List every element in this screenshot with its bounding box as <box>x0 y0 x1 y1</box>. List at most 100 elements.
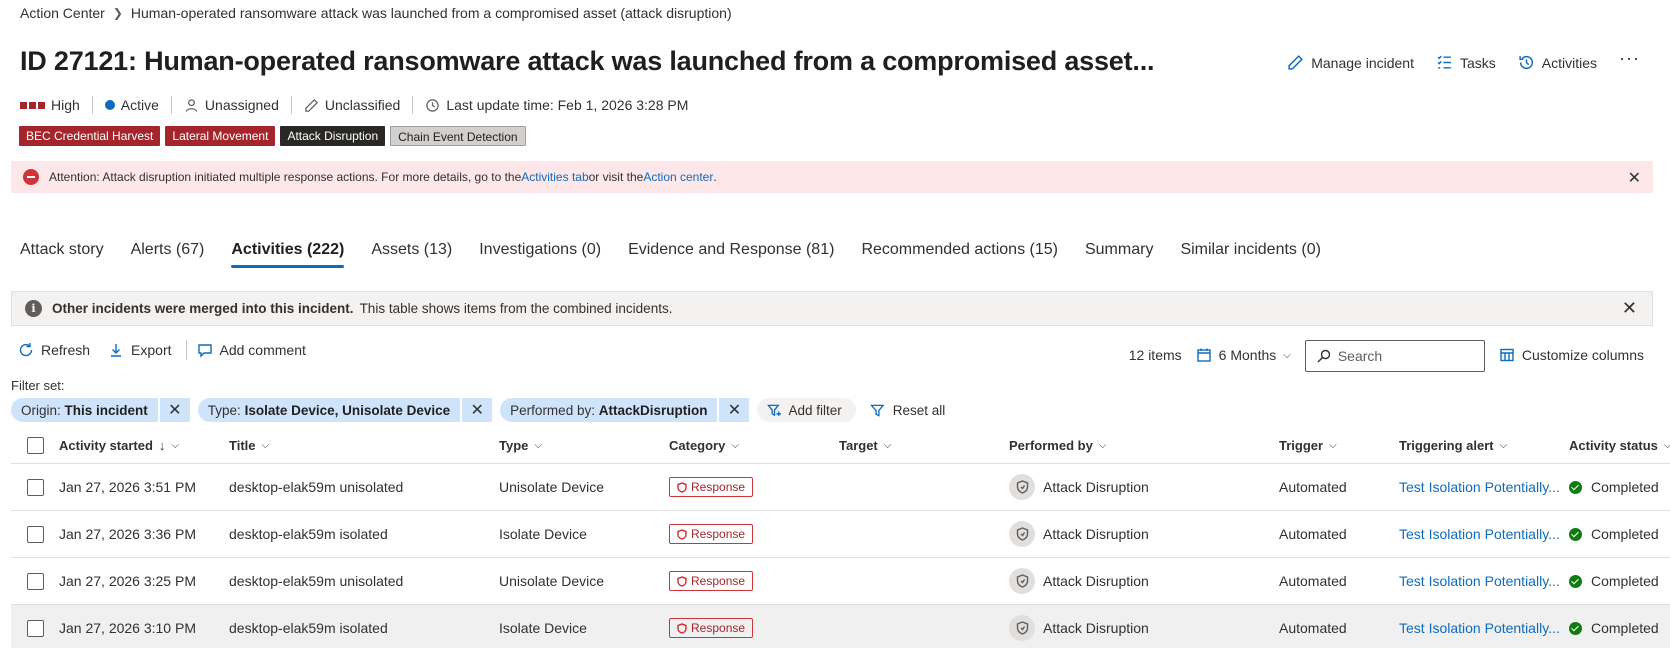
column-header-title[interactable]: Title ⌵ <box>229 428 269 463</box>
classification: Unclassified <box>292 96 414 114</box>
breadcrumb-root[interactable]: Action Center <box>20 5 105 21</box>
item-count: 12 items <box>1128 347 1182 363</box>
tag: Lateral Movement <box>165 126 276 146</box>
triggering-alert-link[interactable]: Test Isolation Potentially... <box>1399 620 1560 636</box>
filter-chip-origin[interactable]: Origin: This incident ✕ <box>11 398 190 422</box>
breadcrumb: Action Center ❯ Human-operated ransomwar… <box>20 5 732 21</box>
activities-tab-link[interactable]: Activities tab <box>521 170 588 184</box>
table-row[interactable]: Jan 27, 2026 3:51 PM desktop-elak59m uni… <box>11 464 1670 511</box>
export-button[interactable]: Export <box>108 342 172 358</box>
chevron-right-icon: ❯ <box>112 6 123 20</box>
shield-icon <box>1016 480 1028 494</box>
column-header-performed-by[interactable]: Performed by ⌵ <box>1009 428 1106 463</box>
row-checkbox[interactable] <box>27 525 44 543</box>
tag: Chain Event Detection <box>390 126 526 146</box>
avatar <box>1009 568 1035 594</box>
toolbar-right: 12 items 6 Months ⌵ Search Customize col… <box>1129 338 1652 372</box>
more-options-icon[interactable]: ··· <box>1619 48 1640 69</box>
cell-title: desktop-elak59m unisolated <box>229 479 404 495</box>
filter-chip-performed-by[interactable]: Performed by: AttackDisruption ✕ <box>500 398 750 422</box>
column-header-type[interactable]: Type ⌵ <box>499 428 542 463</box>
columns-icon <box>1500 348 1514 362</box>
tab-activities[interactable]: Activities (222) <box>231 241 344 268</box>
column-header-activity-started[interactable]: Activity started ↓ ⌵ <box>59 428 179 463</box>
column-header-triggering-alert[interactable]: Triggering alert ⌵ <box>1399 428 1507 463</box>
filter-set-label: Filter set: <box>11 378 65 393</box>
cell-trigger: Automated <box>1279 620 1347 636</box>
tab-investigations[interactable]: Investigations (0) <box>479 241 601 268</box>
row-checkbox[interactable] <box>27 619 44 637</box>
tab-summary[interactable]: Summary <box>1085 241 1153 268</box>
filter-add-icon <box>767 404 782 416</box>
header-actions: Manage incident Tasks Activities ··· <box>1287 48 1640 71</box>
reset-all-button[interactable]: Reset all <box>869 403 945 418</box>
cell-type: Isolate Device <box>499 526 587 542</box>
add-comment-button[interactable]: Add comment <box>197 342 306 358</box>
column-header-category[interactable]: Category ⌵ <box>669 428 739 463</box>
pencil-icon <box>305 98 318 112</box>
attention-banner: Attention: Attack disruption initiated m… <box>11 161 1653 193</box>
cell-activity-status: Completed <box>1569 605 1659 648</box>
activities-button[interactable]: Activities <box>1518 54 1597 71</box>
cell-performed-by: Attack Disruption <box>1009 511 1149 557</box>
tasks-button[interactable]: Tasks <box>1436 54 1496 71</box>
column-header-target[interactable]: Target ⌵ <box>839 428 891 463</box>
date-range-dropdown[interactable]: 6 Months ⌵ <box>1196 347 1291 363</box>
tab-similar-incidents[interactable]: Similar incidents (0) <box>1180 241 1320 268</box>
customize-columns-button[interactable]: Customize columns <box>1499 347 1644 363</box>
tab-assets[interactable]: Assets (13) <box>371 241 452 268</box>
tab-recommended-actions[interactable]: Recommended actions (15) <box>861 241 1058 268</box>
cell-category: Response <box>669 558 754 604</box>
cell-activity-status: Completed <box>1569 558 1659 604</box>
table-row[interactable]: Jan 27, 2026 3:25 PM desktop-elak59m uni… <box>11 558 1670 605</box>
error-icon <box>23 169 39 185</box>
add-filter-button[interactable]: Add filter <box>757 398 856 422</box>
triggering-alert-link[interactable]: Test Isolation Potentially... <box>1399 573 1560 589</box>
status-indicator: Active <box>93 96 172 114</box>
search-icon <box>1317 349 1331 363</box>
breadcrumb-current: Human-operated ransomware attack was lau… <box>130 5 732 21</box>
history-icon <box>1519 55 1533 70</box>
chevron-down-icon: ⌵ <box>534 440 542 451</box>
incident-tabs: Attack story Alerts (67) Activities (222… <box>20 241 1321 268</box>
close-icon[interactable]: ✕ <box>1622 298 1637 319</box>
column-header-activity-status[interactable]: Activity status ⌵ <box>1569 428 1670 463</box>
tab-attack-story[interactable]: Attack story <box>20 241 104 268</box>
filter-chip-type[interactable]: Type: Isolate Device, Unisolate Device ✕ <box>197 398 493 422</box>
avatar <box>1009 615 1035 641</box>
cell-triggering-alert: Test Isolation Potentially... <box>1399 511 1560 557</box>
row-checkbox[interactable] <box>27 572 44 590</box>
search-input[interactable]: Search <box>1304 340 1485 372</box>
check-circle-icon <box>1569 527 1582 541</box>
response-badge: Response <box>669 571 754 591</box>
cell-title: desktop-elak59m isolated <box>229 526 388 542</box>
remove-filter-icon[interactable]: ✕ <box>717 398 750 422</box>
chevron-down-icon: ⌵ <box>171 440 180 451</box>
comment-icon <box>197 344 212 358</box>
refresh-button[interactable]: Refresh <box>18 342 90 358</box>
tab-evidence-and-response[interactable]: Evidence and Response (81) <box>628 241 834 268</box>
triggering-alert-link[interactable]: Test Isolation Potentially... <box>1399 479 1560 495</box>
row-checkbox[interactable] <box>27 478 44 496</box>
remove-filter-icon[interactable]: ✕ <box>157 398 190 422</box>
toolbar-divider <box>185 340 187 360</box>
action-center-link[interactable]: Action center <box>643 170 713 184</box>
remove-filter-icon[interactable]: ✕ <box>460 398 493 422</box>
cell-activity-status: Completed <box>1569 464 1659 510</box>
filter-chips: Origin: This incident ✕ Type: Isolate De… <box>11 398 945 422</box>
tab-alerts[interactable]: Alerts (67) <box>131 241 205 268</box>
column-header-trigger[interactable]: Trigger ⌵ <box>1279 428 1337 463</box>
check-circle-icon <box>1569 480 1582 494</box>
activities-table: Activity started ↓ ⌵ Title ⌵ Type ⌵ Category… <box>11 428 1670 648</box>
close-icon[interactable]: ✕ <box>1628 168 1641 188</box>
table-row[interactable]: Jan 27, 2026 3:36 PM desktop-elak59m iso… <box>11 511 1670 558</box>
triggering-alert-link[interactable]: Test Isolation Potentially... <box>1399 526 1560 542</box>
shield-icon <box>677 622 687 634</box>
cell-triggering-alert: Test Isolation Potentially... <box>1399 464 1560 510</box>
download-icon <box>111 344 122 357</box>
cell-trigger: Automated <box>1279 573 1347 589</box>
table-row[interactable]: Jan 27, 2026 3:10 PM desktop-elak59m iso… <box>11 605 1670 648</box>
select-all-checkbox[interactable] <box>27 437 44 454</box>
response-badge: Response <box>669 524 754 544</box>
manage-incident-button[interactable]: Manage incident <box>1287 54 1414 71</box>
